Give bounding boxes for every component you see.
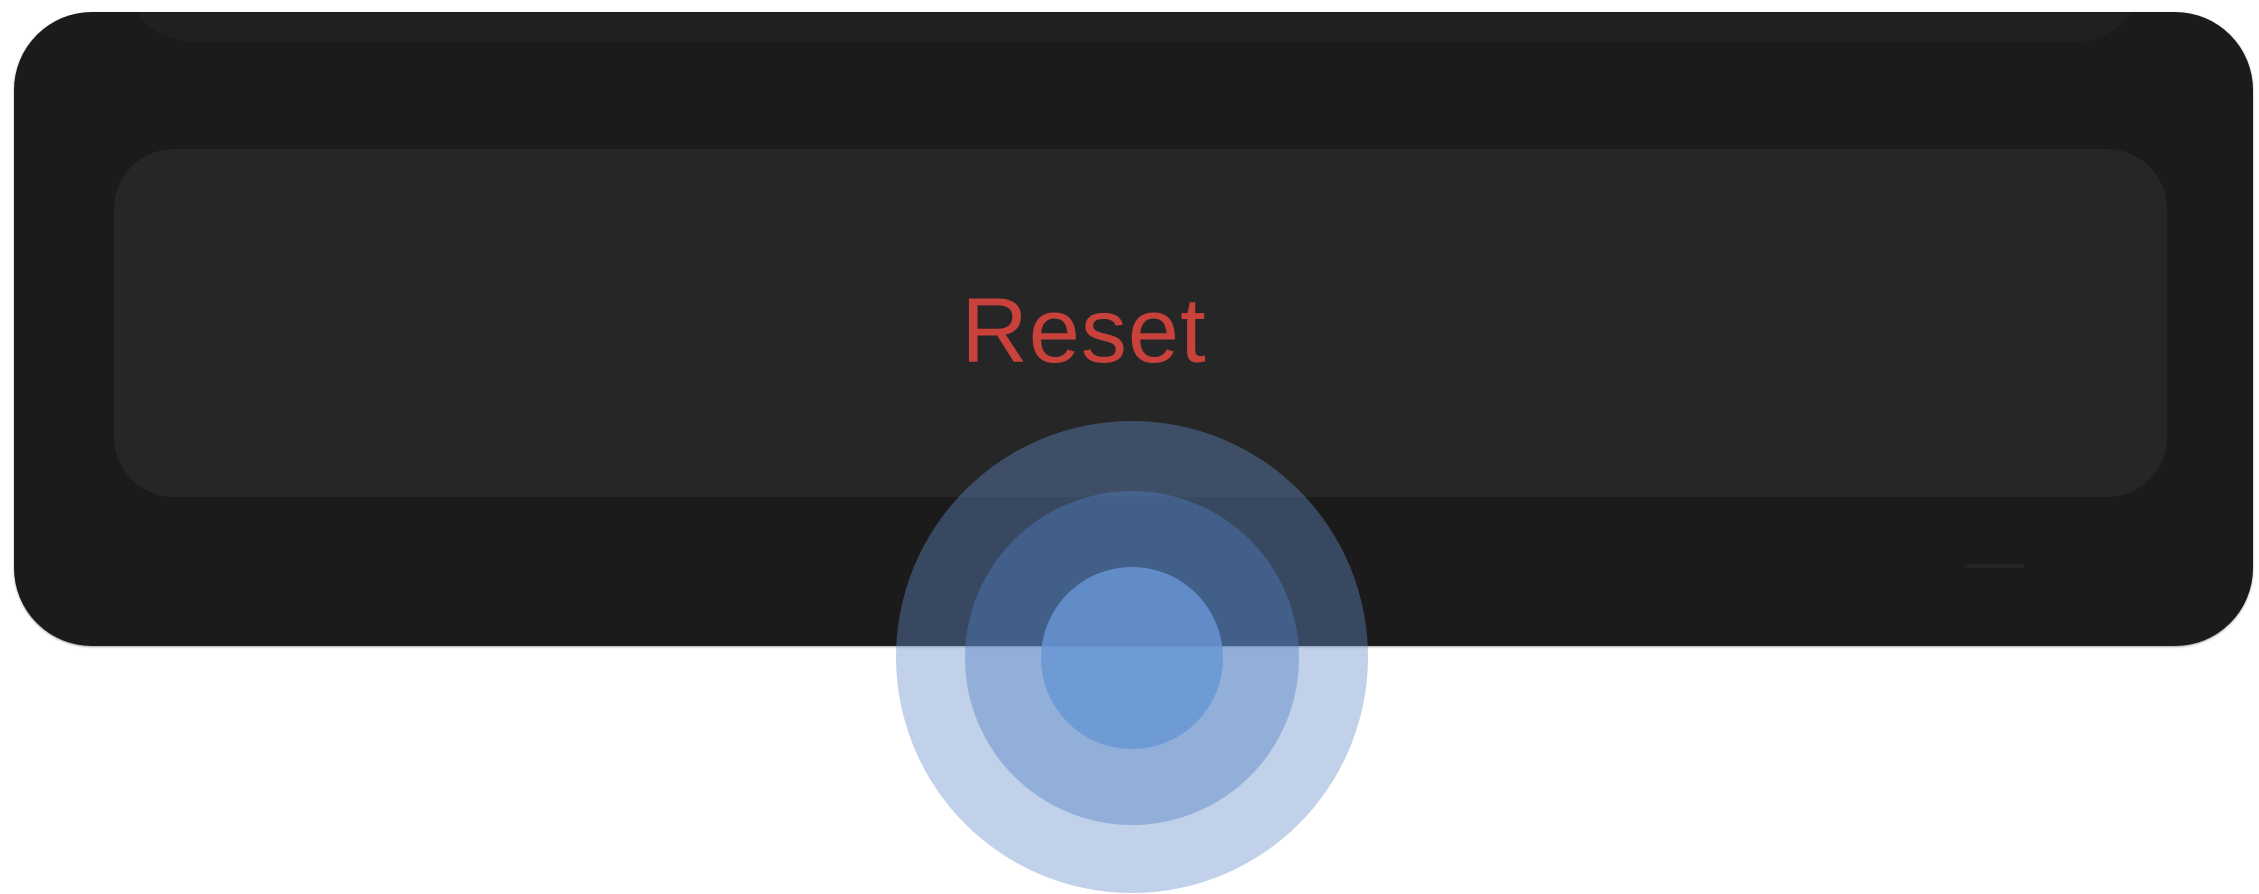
reset-button-label: Reset: [961, 280, 1207, 382]
action-sheet: Reset: [14, 12, 2253, 646]
sheet-top-edge: [124, 12, 2144, 42]
screen: Reset: [0, 0, 2259, 894]
sheet-edge-mark: [1964, 564, 2024, 568]
reset-button[interactable]: Reset: [114, 149, 2167, 497]
